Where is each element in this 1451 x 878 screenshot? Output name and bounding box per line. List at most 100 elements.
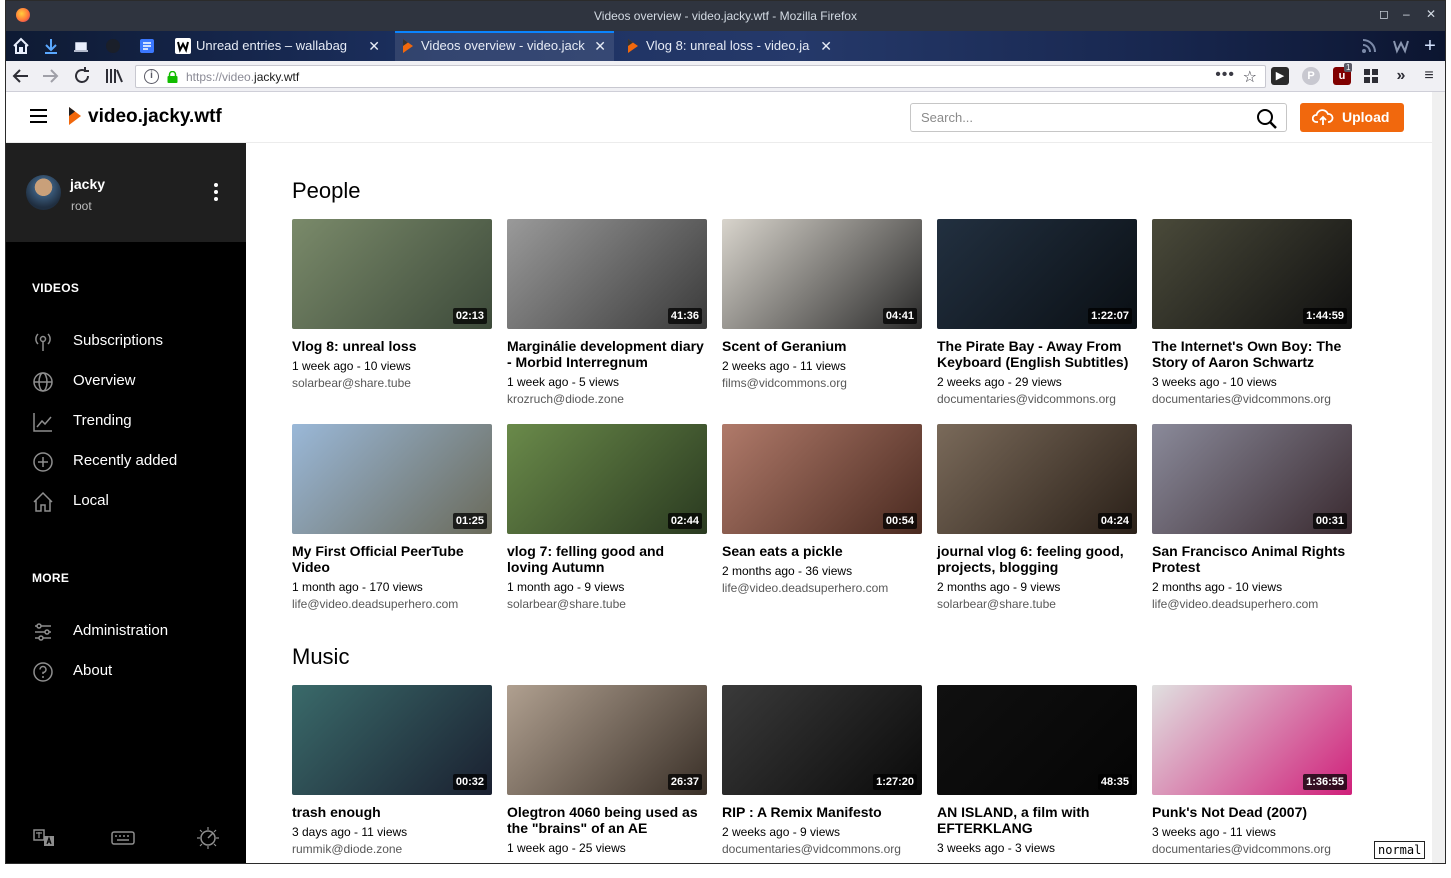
video-account[interactable]: life@video.deadsuperhero.com <box>292 597 492 611</box>
video-account[interactable]: documentaries@vidcommons.org <box>1152 842 1352 856</box>
video-thumbnail[interactable]: 00:54 <box>722 424 922 534</box>
theme-icon[interactable] <box>196 826 220 850</box>
tab-videos-overview[interactable]: Videos overview - video.jacky.wtf ✕ <box>395 31 614 61</box>
video-account[interactable]: films@vidcommons.org <box>722 376 922 390</box>
notes-icon[interactable] <box>138 37 156 55</box>
video-account[interactable]: life@video.deadsuperhero.com <box>1152 597 1352 611</box>
video-title[interactable]: Scent of Geranium <box>722 338 922 354</box>
restore-icon[interactable]: ◻ <box>1379 7 1389 21</box>
section-title-people[interactable]: People <box>292 178 361 204</box>
video-card[interactable]: 02:13 Vlog 8: unreal loss 1 week ago - 10 … <box>292 219 492 390</box>
close-window-icon[interactable]: ✕ <box>1426 7 1436 21</box>
video-title[interactable]: Olegtron 4060 being used as the "brains"… <box>507 804 707 836</box>
tab-close-icon[interactable]: ✕ <box>368 31 380 61</box>
video-account[interactable]: life@video.deadsuperhero.com <box>722 581 922 595</box>
search-icon[interactable] <box>1256 108 1278 130</box>
keyboard-icon[interactable] <box>111 826 135 850</box>
video-thumbnail[interactable]: 01:25 <box>292 424 492 534</box>
language-icon[interactable] <box>32 826 56 850</box>
video-account[interactable]: solarbear@share.tube <box>937 597 1137 611</box>
upload-button[interactable]: Upload <box>1300 103 1404 132</box>
home-icon[interactable] <box>12 37 30 55</box>
video-card[interactable]: 26:37 Olegtron 4060 being used as the "br… <box>507 685 707 855</box>
video-title[interactable]: Punk's Not Dead (2007) <box>1152 804 1352 820</box>
video-thumbnail[interactable]: 1:44:59 <box>1152 219 1352 329</box>
video-thumbnail[interactable]: 1:27:20 <box>722 685 922 795</box>
video-card[interactable]: 04:41 Scent of Geranium 2 weeks ago - 11 v… <box>722 219 922 390</box>
info-icon[interactable]: i <box>144 69 159 84</box>
video-title[interactable]: vlog 7: felling good and loving Autumn <box>507 543 707 575</box>
tab-wallabag[interactable]: Unread entries – wallabag ✕ <box>170 31 388 61</box>
video-card[interactable]: 1:27:20 RIP : A Remix Manifesto 2 weeks ag… <box>722 685 922 856</box>
site-name[interactable]: video.jacky.wtf <box>88 106 222 128</box>
url-bar[interactable]: i https://video.jacky.wtf ••• ☆ <box>135 65 1266 88</box>
video-account[interactable]: krozruch@diode.zone <box>507 392 707 406</box>
library-shelf-icon[interactable] <box>103 66 125 86</box>
video-thumbnail[interactable]: 02:44 <box>507 424 707 534</box>
hamburger-menu-icon[interactable] <box>30 109 47 123</box>
video-title[interactable]: Marginálie development diary - Morbid In… <box>507 338 707 370</box>
sidebar-item-administration[interactable]: Administration <box>32 619 232 645</box>
tab-close-icon[interactable]: ✕ <box>820 31 832 61</box>
video-thumbnail[interactable]: 02:13 <box>292 219 492 329</box>
dark-circle-icon[interactable] <box>104 37 122 55</box>
video-thumbnail[interactable]: 00:31 <box>1152 424 1352 534</box>
extension-arrow-icon[interactable]: ▶ <box>1271 67 1289 85</box>
minimize-icon[interactable]: – <box>1403 7 1410 21</box>
scrollbar[interactable] <box>1432 92 1445 863</box>
reload-icon[interactable] <box>71 66 93 86</box>
library-icon[interactable] <box>72 37 90 55</box>
video-card[interactable]: 02:44 vlog 7: felling good and loving Aut… <box>507 424 707 611</box>
menu-icon[interactable]: ≡ <box>1420 67 1438 85</box>
video-title[interactable]: The Internet's Own Boy: The Story of Aar… <box>1152 338 1352 370</box>
video-title[interactable]: The Pirate Bay - Away From Keyboard (Eng… <box>937 338 1137 370</box>
peertube-logo-icon[interactable] <box>68 106 82 126</box>
video-thumbnail[interactable]: 48:35 <box>937 685 1137 795</box>
video-account[interactable]: solarbear@share.tube <box>292 376 492 390</box>
video-account[interactable]: documentaries@vidcommons.org <box>937 392 1137 406</box>
video-title[interactable]: My First Official PeerTube Video <box>292 543 492 575</box>
video-title[interactable]: trash enough <box>292 804 492 820</box>
video-title[interactable]: journal vlog 6: feeling good, projects, … <box>937 543 1137 575</box>
video-card[interactable]: 1:36:55 Punk's Not Dead (2007) 3 weeks ago… <box>1152 685 1352 856</box>
overflow-chevrons-icon[interactable]: » <box>1392 67 1410 85</box>
video-title[interactable]: AN ISLAND, a film with EFTERKLANG <box>937 804 1137 836</box>
sidebar-item-subscriptions[interactable]: Subscriptions <box>32 329 232 355</box>
section-title-music[interactable]: Music <box>292 644 349 670</box>
search-input[interactable] <box>911 104 1231 131</box>
video-card[interactable]: 00:32 trash enough 3 days ago - 11 views ru… <box>292 685 492 856</box>
video-account[interactable]: documentaries@vidcommons.org <box>1152 392 1352 406</box>
page-actions-icon[interactable]: ••• <box>1215 66 1235 84</box>
user-name[interactable]: jacky <box>70 176 105 192</box>
video-card[interactable]: 00:54 Sean eats a pickle 2 months ago - 36… <box>722 424 922 595</box>
sidebar-item-recently-added[interactable]: Recently added <box>32 449 232 475</box>
video-thumbnail[interactable]: 04:24 <box>937 424 1137 534</box>
wallabag-toolbar-icon[interactable] <box>1392 37 1410 55</box>
video-title[interactable]: San Francisco Animal Rights Protest <box>1152 543 1352 575</box>
video-card[interactable]: 48:35 AN ISLAND, a film with EFTERKLANG 3 … <box>937 685 1137 855</box>
video-title[interactable]: Vlog 8: unreal loss <box>292 338 492 354</box>
sidebar-item-overview[interactable]: Overview <box>32 369 232 395</box>
video-card[interactable]: 00:31 San Francisco Animal Rights Protest… <box>1152 424 1352 611</box>
rss-icon[interactable] <box>1360 37 1378 55</box>
video-card[interactable]: 01:25 My First Official PeerTube Video 1 m… <box>292 424 492 611</box>
extension-p-icon[interactable]: P <box>1302 67 1320 85</box>
video-thumbnail[interactable]: 1:22:07 <box>937 219 1137 329</box>
video-account[interactable]: rummik@diode.zone <box>292 842 492 856</box>
video-title[interactable]: Sean eats a pickle <box>722 543 922 559</box>
tab-close-icon[interactable]: ✕ <box>594 31 606 61</box>
apps-grid-icon[interactable] <box>1362 67 1380 85</box>
video-title[interactable]: RIP : A Remix Manifesto <box>722 804 922 820</box>
bookmark-star-icon[interactable]: ☆ <box>1243 67 1257 87</box>
video-card[interactable]: 1:44:59 The Internet's Own Boy: The Story… <box>1152 219 1352 406</box>
forward-icon[interactable] <box>39 66 61 86</box>
avatar[interactable] <box>26 175 61 210</box>
video-card[interactable]: 1:22:07 The Pirate Bay - Away From Keyboa… <box>937 219 1137 406</box>
video-card[interactable]: 04:24 journal vlog 6: feeling good, proje… <box>937 424 1137 611</box>
downloads-icon[interactable] <box>42 37 60 55</box>
sidebar-item-trending[interactable]: Trending <box>32 409 232 435</box>
sidebar-item-about[interactable]: About <box>32 659 232 685</box>
video-thumbnail[interactable]: 00:32 <box>292 685 492 795</box>
more-vertical-icon[interactable] <box>214 183 218 204</box>
video-thumbnail[interactable]: 04:41 <box>722 219 922 329</box>
